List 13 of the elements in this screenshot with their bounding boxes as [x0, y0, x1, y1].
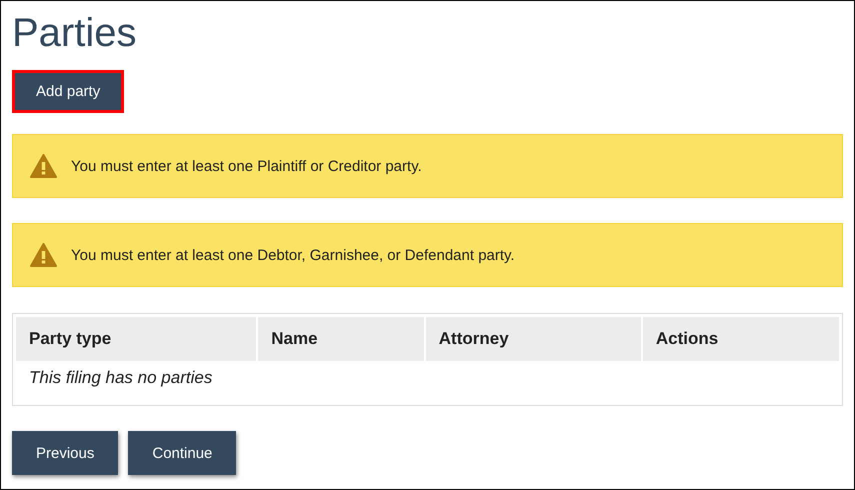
alert-message: You must enter at least one Debtor, Garnishee, or Defendant party.: [71, 246, 515, 264]
add-party-button[interactable]: Add party: [15, 73, 122, 110]
nav-button[interactable]: Previous: [12, 431, 118, 475]
column-header: Name: [258, 317, 424, 361]
column-header: Party type: [16, 317, 256, 361]
empty-message: This filing has no parties: [28, 367, 214, 389]
column-header: Attorney: [426, 317, 641, 361]
warning-icon: [30, 243, 57, 267]
column-header: Actions: [642, 317, 839, 361]
nav-button[interactable]: Continue: [128, 431, 236, 475]
alert-message: You must enter at least one Plaintiff or Creditor party.: [71, 158, 422, 174]
page-title: Parties: [12, 10, 138, 57]
warning-icon: [30, 154, 57, 178]
